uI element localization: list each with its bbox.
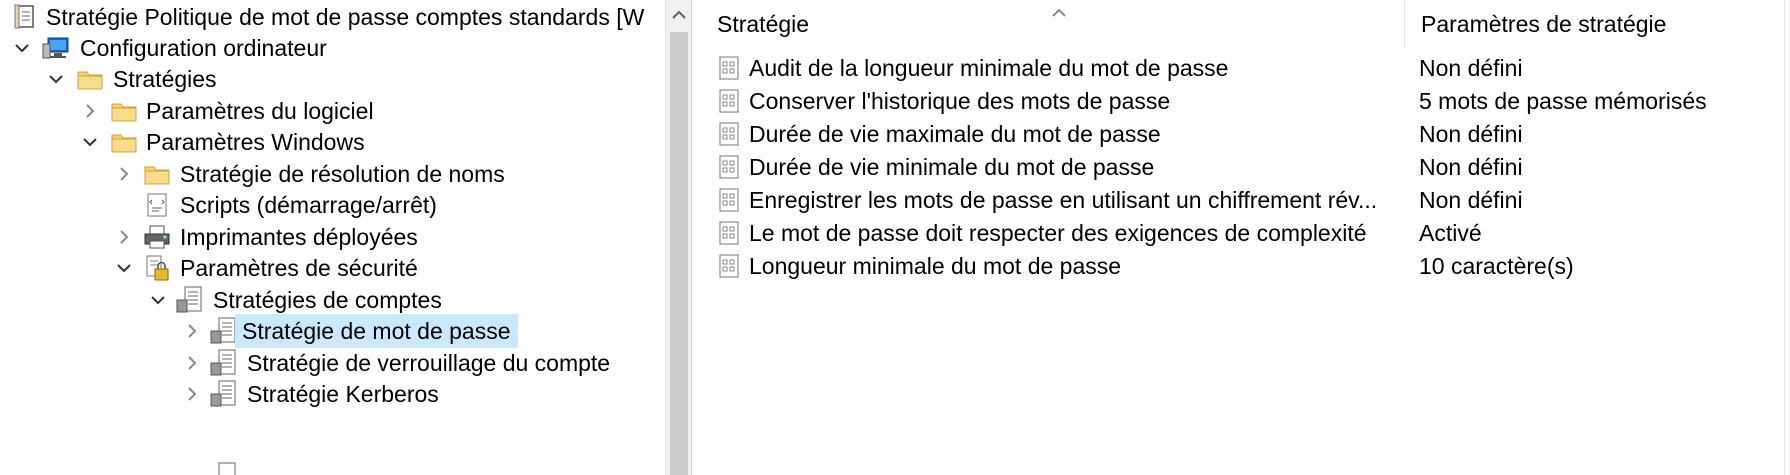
policy-value: 10 caractère(s) [1419, 253, 1574, 279]
tree-item-configuration-ordinateur[interactable]: Configuration ordinateur [0, 31, 665, 65]
tree-item-label: Stratégies de comptes [213, 287, 442, 313]
policy-name: Longueur minimale du mot de passe [749, 253, 1122, 279]
chevron-down-icon[interactable] [112, 256, 136, 280]
tree-item-verrouillage-compte[interactable]: Stratégie de verrouillage du compte [0, 346, 665, 380]
tree-item-parametres-windows[interactable]: Paramètres Windows [0, 125, 665, 159]
list-header: Stratégie Paramètres de stratégie [701, 0, 1790, 48]
window-right-edge [1784, 0, 1790, 475]
tree-item-gpo-root[interactable]: Stratégie Politique de mot de passe comp… [0, 0, 665, 34]
folder-icon [143, 160, 171, 188]
policy-setting-icon [717, 187, 743, 213]
tree-item-label: Stratégie de mot de passe [235, 314, 518, 348]
policy-folder-icon [176, 286, 204, 314]
policy-folder-icon [210, 317, 238, 345]
tree-item-parametres-securite[interactable]: Paramètres de sécurité [0, 251, 665, 285]
security-settings-icon [143, 254, 171, 282]
tree-item-parametres-logiciel[interactable]: Paramètres du logiciel [0, 94, 665, 128]
tree-item-label: Paramètres Windows [146, 129, 365, 155]
tree-item-resolution-noms[interactable]: Stratégie de résolution de noms [0, 157, 665, 191]
tree-item-label: Paramètres de sécurité [180, 255, 418, 281]
chevron-right-icon[interactable] [180, 319, 204, 343]
tree-item-label: Configuration ordinateur [80, 35, 327, 61]
column-header-parametres[interactable]: Paramètres de stratégie [1405, 0, 1790, 48]
policy-setting-icon [717, 220, 743, 246]
column-header-strategie[interactable]: Stratégie [701, 0, 1405, 48]
tree-item-strategies-comptes[interactable]: Stratégies de comptes [0, 283, 665, 317]
tree-scrollbar[interactable] [665, 0, 691, 475]
folder-icon [110, 128, 138, 156]
chevron-right-icon[interactable] [180, 351, 204, 375]
chevron-down-icon[interactable] [146, 288, 170, 312]
tree-item-label: Paramètres du logiciel [146, 98, 374, 124]
pane-splitter[interactable] [691, 0, 701, 475]
tree-item-strategie-mot-de-passe[interactable]: Stratégie de mot de passe [0, 314, 665, 348]
console-tree: Stratégie Politique de mot de passe comp… [0, 0, 665, 475]
tree-item-scripts[interactable]: Scripts (démarrage/arrêt) [0, 188, 665, 222]
policy-folder-icon [210, 462, 238, 475]
folder-icon [76, 65, 104, 93]
policy-setting-icon [717, 88, 743, 114]
scroll-up-arrow-icon[interactable] [671, 8, 687, 22]
policy-setting-icon [717, 121, 743, 147]
tree-item-strategies[interactable]: Stratégies [0, 62, 665, 96]
tree-item-label: Imprimantes déployées [180, 224, 418, 250]
tree-item-label: Stratégie de verrouillage du compte [247, 350, 611, 376]
tree-item-label: Stratégies [113, 66, 217, 92]
chevron-right-icon[interactable] [112, 162, 136, 186]
policy-list: Stratégie Paramètres de stratégie Audit … [701, 0, 1790, 475]
chevron-right-icon[interactable] [180, 382, 204, 406]
gpo-editor-window: Stratégie Politique de mot de passe comp… [0, 0, 1790, 475]
chevron-right-icon[interactable] [112, 225, 136, 249]
tree-item-label: Scripts (démarrage/arrêt) [180, 192, 437, 218]
tree-item-label: Stratégie Politique de mot de passe comp… [46, 4, 645, 30]
tree-item-label: Stratégie de résolution de noms [180, 161, 505, 187]
tree-item-kerberos[interactable]: Stratégie Kerberos [0, 377, 665, 411]
policy-setting-icon [717, 154, 743, 180]
scrollbar-thumb[interactable] [670, 32, 688, 475]
policy-folder-icon [210, 349, 238, 377]
chevron-right-icon[interactable] [78, 99, 102, 123]
folder-icon [110, 97, 138, 125]
chevron-down-icon[interactable] [10, 36, 34, 60]
scripts-icon [143, 191, 171, 219]
policy-row[interactable]: Longueur minimale du mot de passe 10 car… [701, 247, 1790, 285]
tree-item-partial[interactable] [0, 462, 665, 475]
policy-setting-icon [717, 253, 743, 279]
gpo-document-icon [12, 3, 40, 31]
printer-icon [143, 223, 171, 251]
computer-icon [42, 34, 70, 62]
policy-folder-icon [210, 380, 238, 408]
chevron-down-icon[interactable] [78, 130, 102, 154]
tree-item-imprimantes[interactable]: Imprimantes déployées [0, 220, 665, 254]
tree-item-label: Stratégie Kerberos [247, 381, 439, 407]
policy-setting-icon [717, 55, 743, 81]
chevron-down-icon[interactable] [44, 67, 68, 91]
